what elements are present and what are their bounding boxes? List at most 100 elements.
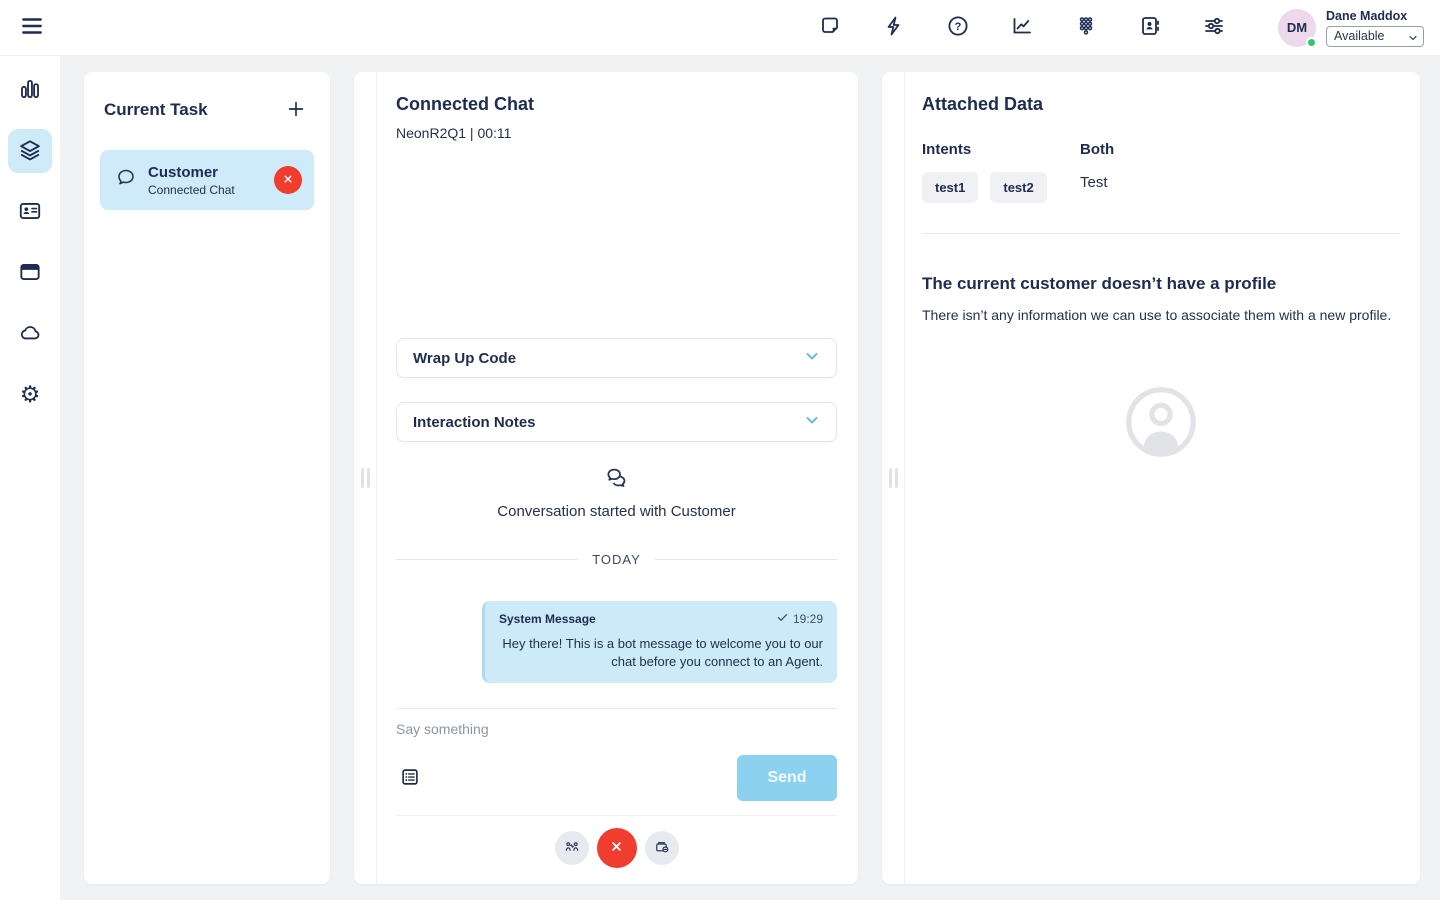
notes-button[interactable] bbox=[816, 14, 844, 42]
intents-pill-row: test1 test2 bbox=[922, 172, 1080, 203]
hamburger-menu-button[interactable] bbox=[18, 14, 46, 42]
help-button[interactable]: ? bbox=[944, 14, 972, 42]
sidebar-item-apps[interactable] bbox=[8, 251, 52, 295]
interaction-notes-label: Interaction Notes bbox=[413, 414, 536, 431]
tasks-header: Current Task bbox=[100, 96, 314, 124]
current-task-panel: Current Task Customer Connected Chat bbox=[84, 72, 330, 884]
data-panel-gutter bbox=[882, 72, 905, 884]
end-chat-button[interactable] bbox=[597, 828, 637, 868]
sidebar-item-performance[interactable] bbox=[8, 68, 52, 112]
both-column: Both Test bbox=[1080, 141, 1114, 203]
body-row: ⚙ Current Task bbox=[0, 56, 1440, 900]
profile-placeholder bbox=[922, 380, 1400, 469]
quick-actions-button[interactable] bbox=[880, 14, 908, 42]
attached-data-title: Attached Data bbox=[922, 94, 1400, 115]
chat-column: Connected Chat NeonR2Q1 | 00:11 Wrap Up … bbox=[377, 72, 858, 884]
user-chip: DM Dane Maddox Available bbox=[1278, 9, 1424, 47]
hamburger-icon bbox=[19, 13, 45, 42]
wrap-up-code-accordion[interactable]: Wrap Up Code bbox=[396, 338, 837, 378]
composer-divider bbox=[396, 815, 837, 816]
message-text: Hey there! This is a bot message to welc… bbox=[499, 635, 823, 671]
day-divider-label: TODAY bbox=[592, 552, 641, 567]
spacer bbox=[396, 141, 837, 338]
conversation-started-text: Conversation started with Customer bbox=[497, 503, 735, 520]
svg-text:?: ? bbox=[955, 21, 962, 33]
system-message-bubble: System Message 19:29 Hey there! This is … bbox=[482, 601, 837, 683]
transfer-button[interactable] bbox=[555, 831, 589, 865]
notes-icon bbox=[818, 14, 842, 41]
no-profile-body: There isn’t any information we can use t… bbox=[922, 305, 1400, 326]
user-name: Dane Maddox bbox=[1326, 9, 1424, 23]
send-button[interactable]: Send bbox=[737, 755, 837, 801]
attached-data-column: Attached Data Intents test1 test2 Both T… bbox=[905, 72, 1420, 884]
bar-chart-icon bbox=[17, 76, 43, 105]
chat-panel: Connected Chat NeonR2Q1 | 00:11 Wrap Up … bbox=[354, 72, 858, 884]
flow-bot-button[interactable] bbox=[645, 831, 679, 865]
message-header: System Message 19:29 bbox=[499, 611, 823, 627]
main-content: Current Task Customer Connected Chat bbox=[60, 56, 1440, 900]
message-time-text: 19:29 bbox=[793, 612, 823, 626]
no-profile-heading: The current customer doesn’t have a prof… bbox=[922, 274, 1400, 294]
topbar-right: ? bbox=[816, 9, 1424, 47]
sidebar-item-interactions[interactable] bbox=[8, 129, 52, 173]
help-icon: ? bbox=[946, 14, 970, 41]
end-task-button[interactable] bbox=[274, 166, 302, 194]
attached-data-panel: Attached Data Intents test1 test2 Both T… bbox=[882, 72, 1420, 884]
chat-title: Connected Chat bbox=[396, 94, 837, 115]
dialpad-icon bbox=[1074, 14, 1098, 41]
conversation-started-block: Conversation started with Customer bbox=[396, 464, 837, 520]
tasks-title: Current Task bbox=[104, 100, 208, 120]
contacts-button[interactable] bbox=[1136, 14, 1164, 42]
message-time: 19:29 bbox=[776, 611, 823, 627]
sidebar-item-settings[interactable]: ⚙ bbox=[8, 373, 52, 417]
intent-pill: test1 bbox=[922, 172, 978, 203]
composer: Send bbox=[396, 708, 837, 868]
chevron-down-icon bbox=[804, 412, 820, 433]
performance-chart-button[interactable] bbox=[1008, 14, 1036, 42]
interaction-notes-accordion[interactable]: Interaction Notes bbox=[396, 402, 837, 442]
sidebar-rail: ⚙ bbox=[0, 56, 60, 900]
sidebar-item-contacts[interactable] bbox=[8, 190, 52, 234]
task-title: Customer bbox=[148, 164, 264, 181]
preferences-button[interactable] bbox=[1200, 14, 1228, 42]
app-root: ? bbox=[0, 0, 1440, 900]
transfer-icon bbox=[563, 838, 581, 859]
section-divider bbox=[922, 233, 1400, 234]
both-value: Test bbox=[1080, 174, 1114, 191]
conversation-bubbles-icon bbox=[603, 464, 631, 497]
plus-icon bbox=[285, 98, 307, 123]
avatar-initials: DM bbox=[1287, 20, 1307, 35]
attached-data-grid: Intents test1 test2 Both Test bbox=[922, 141, 1400, 203]
task-item-customer[interactable]: Customer Connected Chat bbox=[100, 150, 314, 210]
user-meta: Dane Maddox Available bbox=[1326, 9, 1424, 47]
avatar[interactable]: DM bbox=[1278, 9, 1316, 47]
wrap-up-code-label: Wrap Up Code bbox=[413, 350, 516, 367]
flow-bot-icon bbox=[653, 838, 671, 859]
cloud-icon bbox=[17, 320, 43, 349]
chat-bubble-icon bbox=[114, 166, 138, 195]
topbar: ? bbox=[0, 0, 1440, 56]
add-task-button[interactable] bbox=[282, 96, 310, 124]
status-select[interactable]: Available bbox=[1326, 26, 1424, 47]
close-icon bbox=[608, 838, 625, 858]
sidebar-item-cloud-services[interactable] bbox=[8, 312, 52, 356]
window-icon bbox=[17, 259, 43, 288]
composer-controls: Send bbox=[396, 755, 837, 801]
message-input[interactable] bbox=[396, 721, 837, 737]
chat-session-info: NeonR2Q1 | 00:11 bbox=[396, 125, 837, 141]
performance-chart-icon bbox=[1010, 14, 1034, 41]
canned-responses-icon bbox=[399, 766, 421, 791]
canned-responses-button[interactable] bbox=[396, 764, 424, 792]
layers-icon bbox=[17, 137, 43, 166]
quick-actions-icon bbox=[882, 14, 906, 41]
resize-handle[interactable] bbox=[361, 468, 370, 488]
intents-label: Intents bbox=[922, 141, 1080, 158]
intent-pill: test2 bbox=[990, 172, 1046, 203]
preferences-icon bbox=[1202, 14, 1226, 41]
task-subtitle: Connected Chat bbox=[148, 183, 264, 197]
resize-handle[interactable] bbox=[889, 468, 898, 488]
message-sender: System Message bbox=[499, 612, 596, 626]
task-text: Customer Connected Chat bbox=[148, 164, 264, 197]
dialpad-button[interactable] bbox=[1072, 14, 1100, 42]
close-icon bbox=[281, 172, 295, 189]
